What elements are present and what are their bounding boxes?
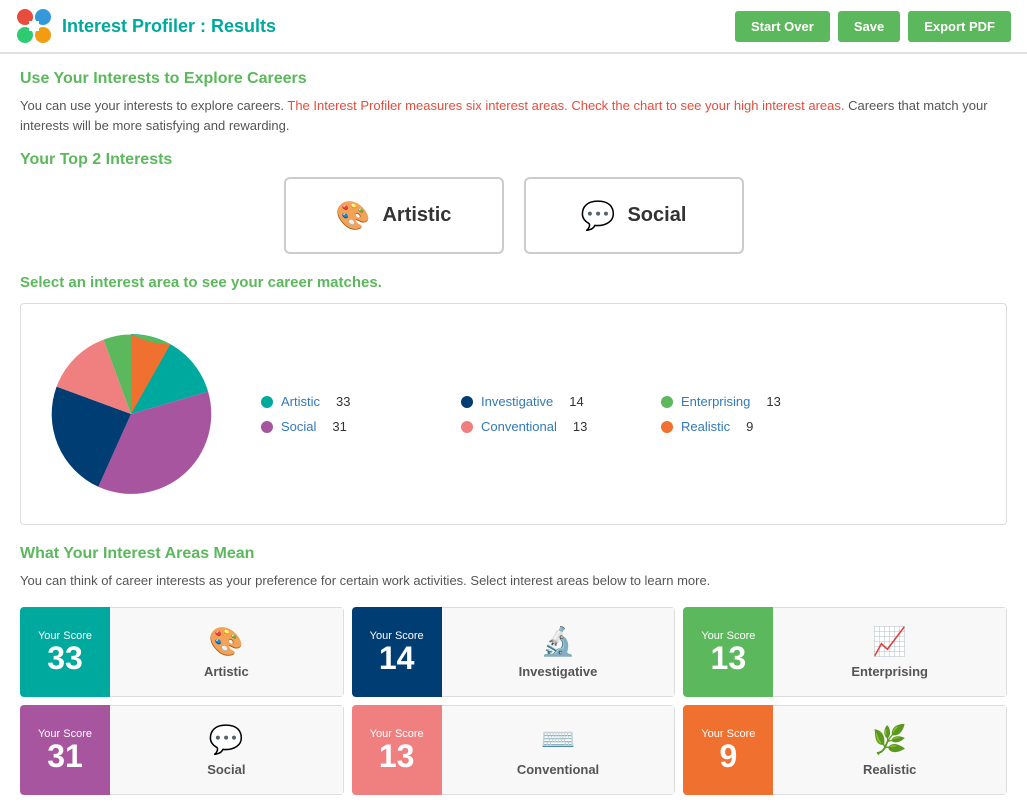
legend-conventional: Conventional 13 [461, 419, 621, 434]
investigative-score-num: 14 [379, 642, 415, 674]
investigative-score-box: Your Score 14 [352, 607, 442, 697]
intro-section: Use Your Interests to Explore Careers Yo… [20, 70, 1007, 135]
tile-investigative[interactable]: Your Score 14 🔬 Investigative [352, 607, 676, 697]
social-tile-label: 💬 Social [110, 705, 344, 795]
social-dot [261, 421, 273, 433]
artistic-tile-text: Artistic [204, 664, 249, 679]
realistic-link[interactable]: Realistic [681, 419, 730, 434]
legend-social: Social 31 [261, 419, 421, 434]
legend-row-2: Social 31 Conventional 13 Realistic 9 [261, 419, 986, 434]
page-title: Interest Profiler : Results [62, 16, 276, 37]
top-interest-artistic[interactable]: 🎨 Artistic [284, 177, 504, 254]
interest-areas-title: What Your Interest Areas Mean [20, 545, 1007, 563]
legend-realistic: Realistic 9 [661, 419, 821, 434]
conventional-tile-label: ⌨️ Conventional [442, 705, 676, 795]
tile-conventional[interactable]: Your Score 13 ⌨️ Conventional [352, 705, 676, 795]
enterprising-tile-text: Enterprising [851, 664, 928, 679]
interest-areas-desc: You can think of career interests as you… [20, 571, 1007, 591]
realistic-value: 9 [746, 419, 753, 434]
social-label: Social [627, 204, 686, 227]
realistic-tile-icon: 🌿 [872, 723, 907, 756]
top-interests-list: 🎨 Artistic 💬 Social [20, 177, 1007, 254]
main-content: Use Your Interests to Explore Careers Yo… [0, 54, 1027, 811]
conventional-score-num: 13 [379, 740, 415, 772]
investigative-dot [461, 396, 473, 408]
realistic-score-box: Your Score 9 [683, 705, 773, 795]
conventional-tile-icon: ⌨️ [541, 723, 576, 756]
social-score-num: 31 [47, 740, 83, 772]
interest-areas-section: What Your Interest Areas Mean You can th… [20, 545, 1007, 795]
artistic-link[interactable]: Artistic [281, 394, 320, 409]
interest-row-1: Your Score 33 🎨 Artistic Your Score 14 [20, 607, 1007, 697]
top-interests-section: Your Top 2 Interests 🎨 Artistic 💬 Social [20, 151, 1007, 254]
artistic-tile-icon: 🎨 [209, 625, 244, 658]
start-over-button[interactable]: Start Over [735, 11, 830, 42]
social-tile-icon: 💬 [209, 723, 244, 756]
social-score-box: Your Score 31 [20, 705, 110, 795]
realistic-dot [661, 421, 673, 433]
pie-chart [41, 324, 221, 504]
intro-plain: You can use your interests to explore ca… [20, 98, 287, 113]
artistic-label: Artistic [382, 204, 451, 227]
enterprising-tile-icon: 📈 [872, 625, 907, 658]
tile-realistic[interactable]: Your Score 9 🌿 Realistic [683, 705, 1007, 795]
tile-enterprising[interactable]: Your Score 13 📈 Enterprising [683, 607, 1007, 697]
legend-row-1: Artistic 33 Investigative 14 Enterprisin… [261, 394, 986, 409]
tile-artistic[interactable]: Your Score 33 🎨 Artistic [20, 607, 344, 697]
enterprising-score-box: Your Score 13 [683, 607, 773, 697]
legend-artistic: Artistic 33 [261, 394, 421, 409]
artistic-tile-label: 🎨 Artistic [110, 607, 344, 697]
artistic-score-box: Your Score 33 [20, 607, 110, 697]
realistic-tile-label: 🌿 Realistic [773, 705, 1007, 795]
select-interest-label: Select an interest area to see your care… [20, 274, 1007, 291]
save-button[interactable]: Save [838, 11, 900, 42]
artistic-icon: 🎨 [336, 199, 371, 232]
header: Interest Profiler : Results Start Over S… [0, 0, 1027, 54]
investigative-tile-icon: 🔬 [541, 625, 576, 658]
investigative-link[interactable]: Investigative [481, 394, 553, 409]
interest-row-2: Your Score 31 💬 Social Your Score 13 [20, 705, 1007, 795]
investigative-value: 14 [569, 394, 583, 409]
conventional-tile-text: Conventional [517, 762, 599, 777]
tile-social[interactable]: Your Score 31 💬 Social [20, 705, 344, 795]
chart-legend: Artistic 33 Investigative 14 Enterprisin… [261, 394, 986, 434]
social-link[interactable]: Social [281, 419, 316, 434]
enterprising-dot [661, 396, 673, 408]
chart-section: Artistic 33 Investigative 14 Enterprisin… [20, 303, 1007, 525]
header-buttons: Start Over Save Export PDF [735, 11, 1011, 42]
social-icon: 💬 [581, 199, 616, 232]
intro-highlight: The Interest Profiler measures six inter… [287, 98, 844, 113]
enterprising-score-num: 13 [711, 642, 747, 674]
artistic-score-num: 33 [47, 642, 83, 674]
export-pdf-button[interactable]: Export PDF [908, 11, 1011, 42]
artistic-value: 33 [336, 394, 350, 409]
conventional-value: 13 [573, 419, 587, 434]
intro-title: Use Your Interests to Explore Careers [20, 70, 1007, 88]
legend-enterprising: Enterprising 13 [661, 394, 821, 409]
realistic-tile-text: Realistic [863, 762, 916, 777]
conventional-link[interactable]: Conventional [481, 419, 557, 434]
investigative-tile-text: Investigative [519, 664, 598, 679]
social-tile-text: Social [207, 762, 245, 777]
investigative-tile-label: 🔬 Investigative [442, 607, 676, 697]
interest-tiles-grid: Your Score 33 🎨 Artistic Your Score 14 [20, 607, 1007, 795]
top-interests-title: Your Top 2 Interests [20, 151, 1007, 169]
top-interest-social[interactable]: 💬 Social [524, 177, 744, 254]
social-value: 31 [332, 419, 346, 434]
puzzle-icon [16, 8, 52, 44]
conventional-score-box: Your Score 13 [352, 705, 442, 795]
realistic-score-num: 9 [719, 740, 737, 772]
enterprising-link[interactable]: Enterprising [681, 394, 750, 409]
artistic-dot [261, 396, 273, 408]
intro-description: You can use your interests to explore ca… [20, 96, 1007, 135]
enterprising-value: 13 [766, 394, 780, 409]
conventional-dot [461, 421, 473, 433]
legend-investigative: Investigative 14 [461, 394, 621, 409]
header-left: Interest Profiler : Results [16, 8, 276, 44]
enterprising-tile-label: 📈 Enterprising [773, 607, 1007, 697]
